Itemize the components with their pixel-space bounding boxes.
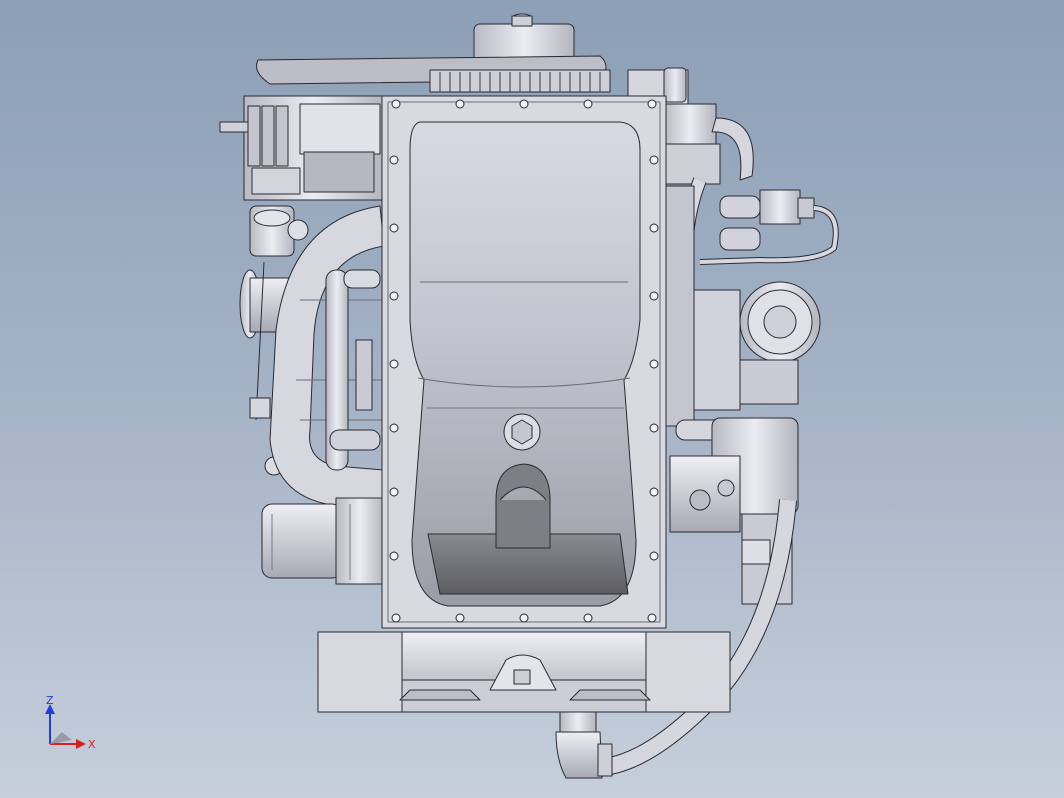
oil-pickup-boss <box>495 463 551 549</box>
triad-z-axis <box>45 704 55 744</box>
flywheel-housing <box>317 631 731 713</box>
left-accessory-bracket <box>219 95 385 201</box>
oil-filter <box>739 281 821 405</box>
elbow-fitting <box>555 711 613 779</box>
starter-motor <box>261 497 385 585</box>
drive-belt <box>256 55 611 93</box>
right-mid-block <box>663 185 741 441</box>
drain-plug <box>503 413 541 451</box>
axis-triad: Z X <box>45 696 96 751</box>
wiring-connector <box>699 189 839 265</box>
triad-plane <box>50 732 72 744</box>
cad-viewport[interactable] <box>0 0 1064 798</box>
triad-z-label: Z <box>46 696 54 707</box>
triad-x-label: X <box>88 738 96 751</box>
